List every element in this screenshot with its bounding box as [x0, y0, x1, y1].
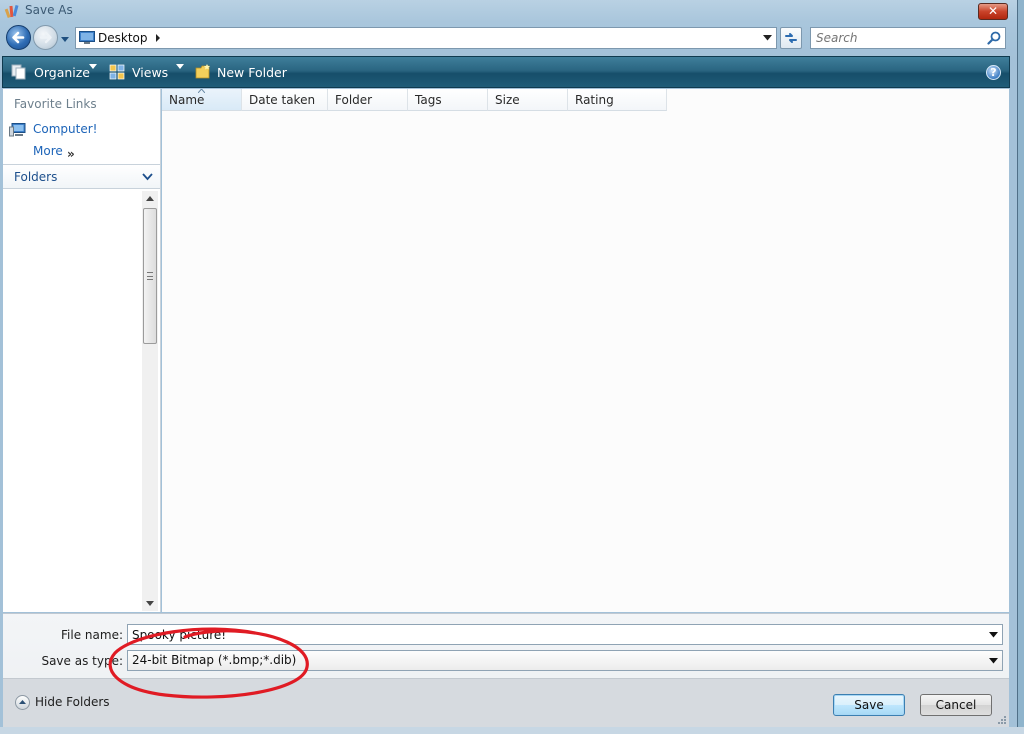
search-input[interactable] [811, 28, 981, 48]
save-as-type-select[interactable]: 24-bit Bitmap (*.bmp;*.dib) [127, 650, 1003, 671]
address-breadcrumb-desktop[interactable]: Desktop [98, 31, 148, 45]
command-toolbar: Organize Views New Folder ? [2, 56, 1010, 88]
computer-icon [9, 123, 26, 137]
cancel-button[interactable]: Cancel [920, 694, 992, 716]
save-as-type-label: Save as type: [41, 654, 123, 668]
breadcrumb-chevron-icon[interactable] [154, 34, 162, 42]
back-button[interactable] [6, 25, 31, 50]
address-bar[interactable]: Desktop [75, 27, 777, 49]
search-box[interactable] [810, 27, 1006, 49]
resize-grip-icon[interactable] [997, 715, 1007, 725]
paint-app-icon [4, 4, 19, 19]
organize-dropdown-icon [89, 64, 97, 69]
save-options-panel: File name: Save as type: 24-bit Bitmap (… [3, 613, 1009, 727]
column-header-name[interactable]: Name [162, 89, 242, 111]
column-header-folder[interactable]: Folder [328, 89, 408, 111]
search-icon[interactable] [987, 31, 1001, 45]
hide-folders-label: Hide Folders [35, 695, 110, 709]
scroll-up-arrow-icon[interactable] [146, 196, 154, 202]
views-label: Views [132, 65, 169, 80]
collapse-up-icon [15, 695, 30, 710]
save-button[interactable]: Save [833, 694, 905, 716]
scroll-down-arrow-icon[interactable] [146, 601, 154, 607]
column-header-label: Date taken [249, 93, 316, 107]
forward-arrow-icon [39, 31, 52, 44]
more-chevron-icon[interactable]: » [67, 147, 75, 161]
new-folder-label: New Folder [217, 65, 287, 80]
column-header-size[interactable]: Size [488, 89, 568, 111]
save-as-type-dropdown-icon[interactable] [989, 658, 998, 664]
column-header-label: Rating [575, 93, 614, 107]
organize-menu-button[interactable]: Organize [11, 64, 101, 82]
folders-header[interactable]: Folders [3, 165, 160, 189]
views-menu-button[interactable]: Views [109, 64, 185, 82]
column-header-tags[interactable]: Tags [408, 89, 488, 111]
folders-label: Folders [14, 170, 58, 184]
organize-label: Organize [34, 65, 90, 80]
file-list[interactable]: Name Date taken Folder Tags Size Rating [162, 89, 1009, 612]
favorite-link-computer[interactable]: Computer! [33, 122, 97, 136]
address-dropdown-icon[interactable] [763, 35, 772, 41]
back-arrow-icon [12, 31, 25, 44]
refresh-icon [785, 33, 797, 43]
scrollbar-thumb[interactable] [143, 208, 157, 344]
close-button[interactable]: ✕ [978, 3, 1008, 20]
recent-pages-dropdown-icon[interactable] [60, 34, 70, 44]
close-icon: ✕ [987, 4, 999, 18]
scrollbar-grip [147, 272, 153, 280]
column-header-rating[interactable]: Rating [568, 89, 667, 111]
organize-icon [11, 64, 26, 80]
chevron-down-icon[interactable] [142, 172, 153, 181]
save-as-dialog: Save As ✕ Desktop Search Organize Views … [0, 0, 1018, 734]
folder-tree-scrollbar[interactable] [142, 191, 158, 611]
favorite-links-header: Favorite Links [14, 97, 97, 111]
file-name-label: File name: [61, 628, 123, 642]
forward-button[interactable] [33, 25, 58, 50]
views-dropdown-icon [176, 64, 184, 69]
new-folder-button[interactable]: New Folder [195, 64, 287, 82]
navigation-bar: Desktop [0, 22, 1018, 54]
refresh-button[interactable] [780, 27, 802, 49]
help-icon[interactable]: ? [986, 65, 1001, 80]
column-header-label: Tags [415, 93, 442, 107]
taskbar-edge [0, 727, 1024, 734]
file-name-dropdown-icon[interactable] [989, 632, 998, 638]
column-header-label: Size [495, 93, 520, 107]
more-links[interactable]: More [33, 144, 63, 158]
desktop-icon [79, 31, 95, 44]
views-icon [109, 64, 125, 80]
new-folder-icon [195, 64, 210, 79]
navigation-pane: Favorite Links Computer! More » Folders [3, 89, 161, 612]
column-header-label: Name [169, 93, 205, 107]
column-header-date-taken[interactable]: Date taken [242, 89, 328, 111]
file-name-combobox[interactable] [127, 624, 1003, 645]
file-name-input[interactable] [128, 625, 978, 644]
window-title: Save As [25, 3, 73, 17]
save-as-type-value: 24-bit Bitmap (*.bmp;*.dib) [132, 653, 297, 667]
title-bar: Save As ✕ [0, 0, 1018, 22]
column-header-label: Folder [335, 93, 373, 107]
dialog-footer: Hide Folders Save Cancel [3, 678, 1009, 727]
